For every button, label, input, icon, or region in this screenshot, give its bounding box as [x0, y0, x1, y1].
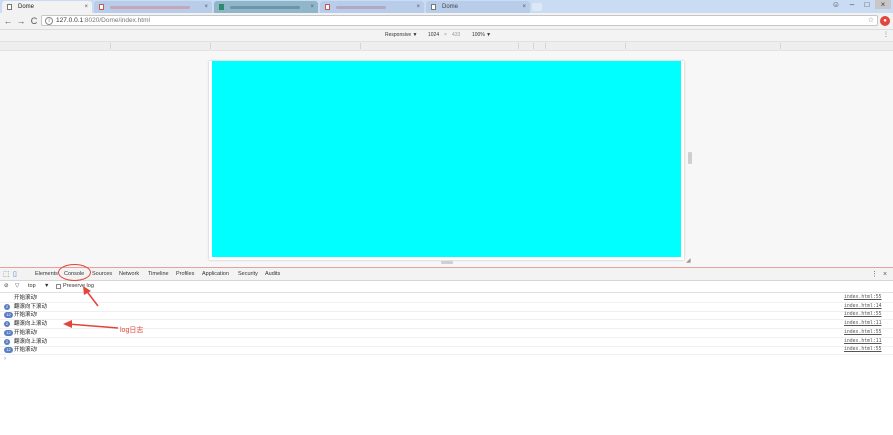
annotation-arrows	[63, 286, 119, 329]
arrowhead	[63, 320, 72, 328]
annotation-label: log日志	[120, 327, 144, 334]
arrowhead	[83, 286, 91, 295]
arrow-to-log	[67, 323, 119, 329]
